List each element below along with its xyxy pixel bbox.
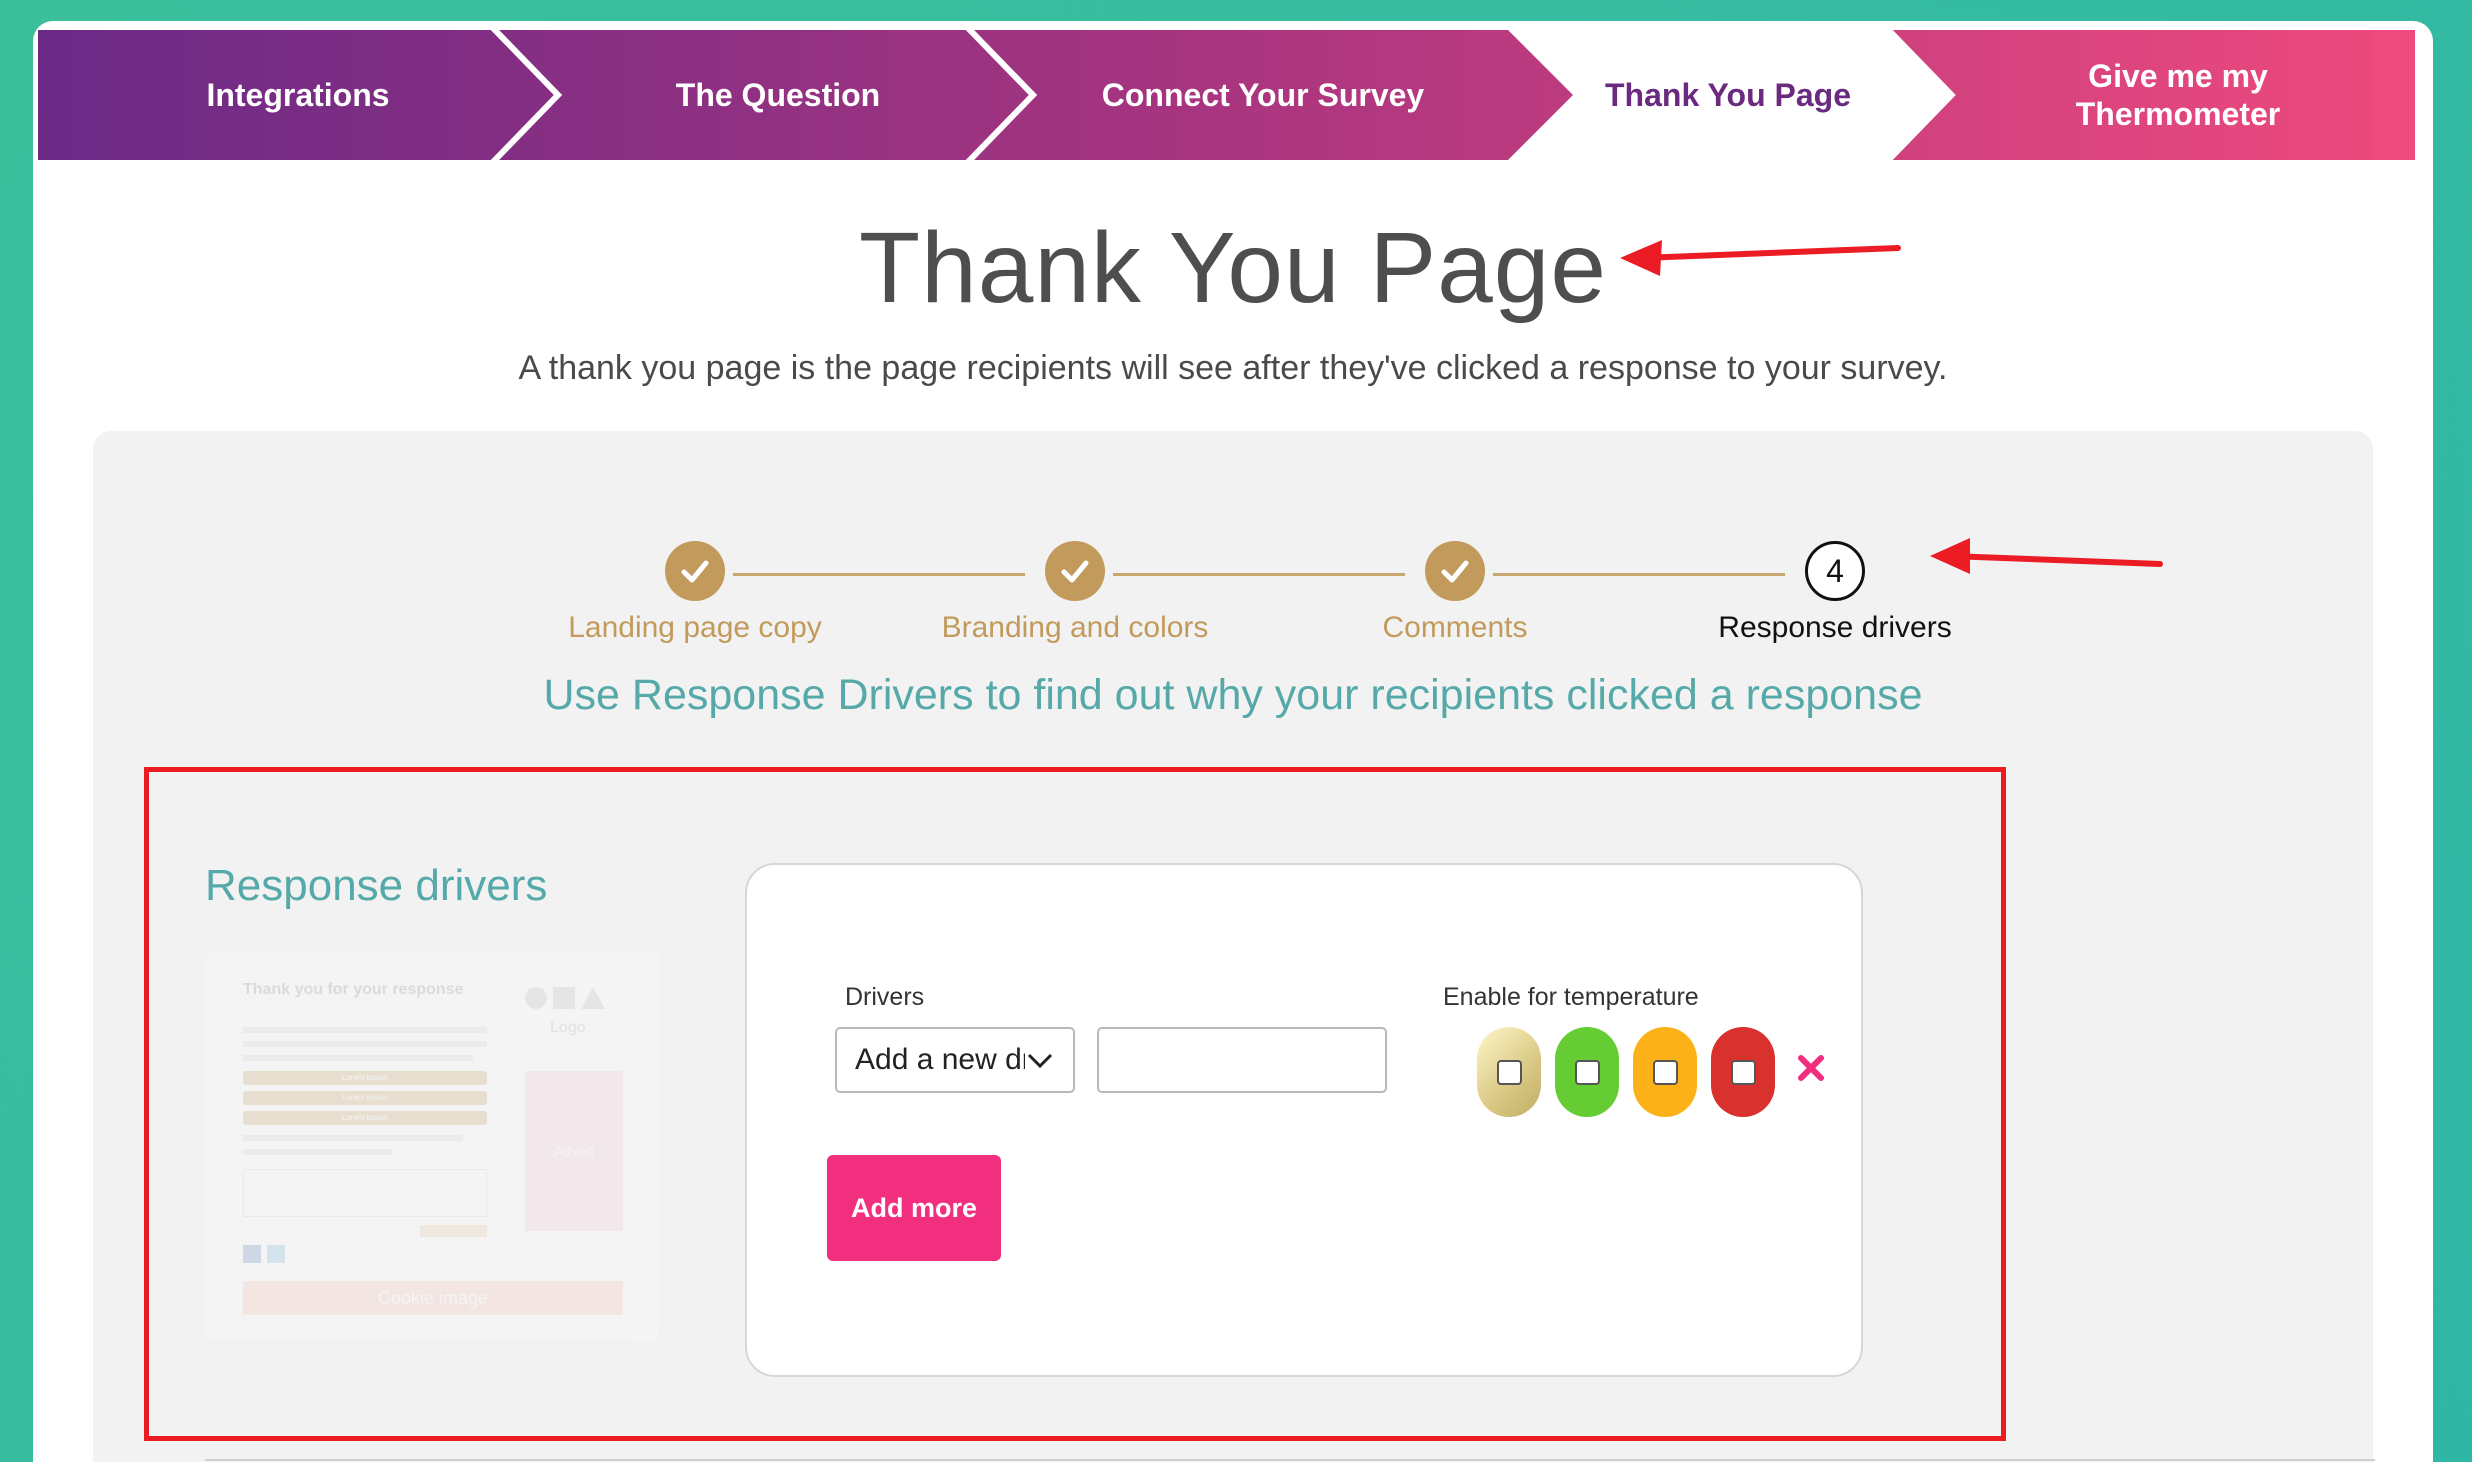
annotation-arrow-step [1930,538,2163,574]
progress-step-landing-copy[interactable]: Landing page copy [515,541,875,645]
wizard-step-integrations[interactable]: Integrations [38,30,558,160]
progress-step-label: Branding and colors [941,611,1209,644]
wizard-step-label: The Question [675,77,881,113]
annotation-highlight-box [144,767,2006,1441]
wizard-step-label: Connect Your Survey [1101,77,1425,113]
wizard-step-connect-survey[interactable]: Connect Your Survey [1013,30,1513,160]
page-title: Thank You Page [859,212,1607,324]
progress-step-label: Response drivers [1718,611,1952,644]
step-number-badge: 4 [1805,541,1865,601]
app-window: Integrations The Question Connect Your S… [33,21,2433,1462]
progress-step-branding[interactable]: Branding and colors [895,541,1255,645]
page-subtitle: A thank you page is the page recipients … [518,349,1948,387]
progress-step-label: Landing page copy [568,611,822,644]
section-headline: Use Response Drivers to find out why you… [543,671,1923,719]
panel-divider [205,1459,2375,1461]
check-icon [1045,541,1105,601]
wizard-step-the-question[interactable]: The Question [538,30,1018,160]
wizard-step-give-thermometer[interactable]: Give me my Thermometer [1958,30,2398,160]
wizard-nav: Integrations The Question Connect Your S… [38,30,2415,160]
check-icon [1425,541,1485,601]
wizard-step-thank-you-page[interactable]: Thank You Page [1508,30,1948,160]
progress-step-comments[interactable]: Comments [1275,541,1635,645]
progress-step-label: Comments [1382,611,1528,644]
wizard-step-label: Give me my Thermometer [2075,58,2281,132]
wizard-step-label: Integrations [206,77,390,113]
wizard-step-label: Thank You Page [1605,77,1851,113]
annotation-arrow-title [1620,240,1901,276]
check-icon [665,541,725,601]
